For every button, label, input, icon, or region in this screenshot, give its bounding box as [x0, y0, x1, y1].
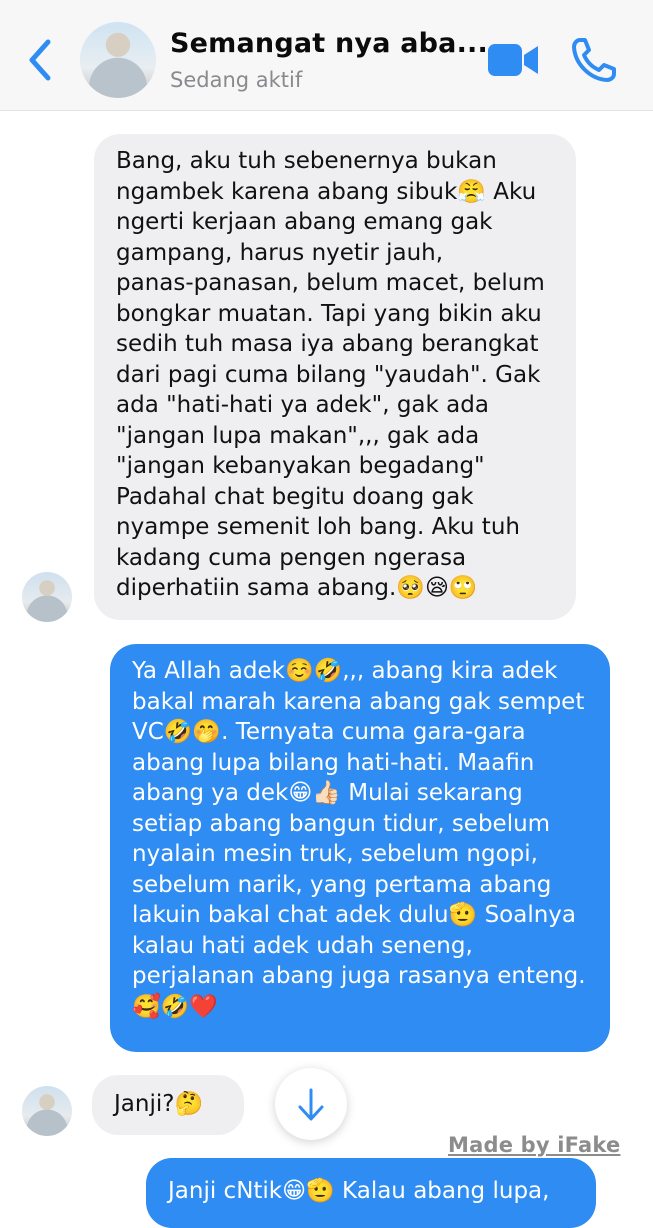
watermark: Made by iFake [448, 1133, 621, 1157]
phone-icon [572, 38, 616, 82]
chevron-left-icon [29, 39, 51, 81]
video-camera-icon [488, 44, 538, 76]
message-bubble-incoming[interactable]: Janji?🤔 [92, 1075, 244, 1135]
video-call-button[interactable] [486, 40, 540, 80]
message-bubble-outgoing[interactable]: Ya Allah adek☺️🤣,,, abang kira adek baka… [110, 644, 610, 1052]
message-bubble-incoming[interactable]: Bang, aku tuh sebenernya bukan ngambek k… [94, 134, 576, 620]
voice-call-button[interactable] [570, 36, 618, 84]
message-bubble-outgoing[interactable]: Janji cNtik😁🫡 Kalau abang lupa, [146, 1158, 596, 1228]
sender-avatar [22, 1086, 72, 1136]
sender-avatar [22, 572, 72, 622]
scroll-to-bottom-button[interactable] [275, 1068, 347, 1140]
contact-status: Sedang aktif [170, 68, 303, 92]
contact-avatar[interactable] [80, 22, 156, 98]
chat-header: Semangat nya aba... Sedang aktif [0, 0, 653, 111]
arrow-down-icon [298, 1088, 324, 1121]
back-button[interactable] [22, 36, 62, 84]
contact-name[interactable]: Semangat nya aba... [170, 28, 488, 59]
